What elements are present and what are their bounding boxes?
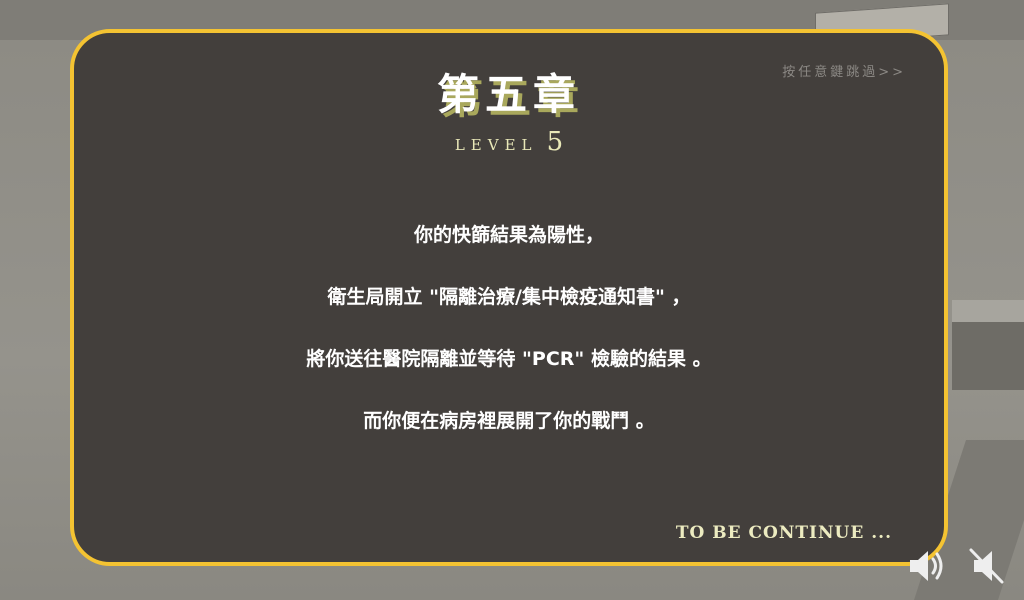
speaker-on-icon [910, 551, 943, 581]
sound-on-button[interactable] [906, 544, 950, 588]
story-line: 而你便在病房裡展開了你的戰鬥 。 [363, 410, 655, 432]
level-number: 5 [546, 127, 564, 157]
to-be-continue-text: TO BE CONTINUE ... [675, 523, 892, 543]
level-indicator: LEVEL 5 [74, 127, 944, 157]
story-line: 衛生局開立 "隔離治療/集中檢疫通知書" ， [327, 286, 691, 308]
chapter-intro-panel[interactable]: 按任意鍵跳過>> 第五章 LEVEL 5 你的快篩結果為陽性， 衛生局開立 "隔… [70, 29, 948, 566]
story-line: 將你送往醫院隔離並等待 "PCR" 檢驗的結果 。 [306, 348, 712, 370]
background-bed-sheet [952, 300, 1024, 322]
speaker-muted-icon [969, 548, 1004, 584]
story-text: 你的快篩結果為陽性， 衛生局開立 "隔離治療/集中檢疫通知書" ， 將你送往醫院… [74, 223, 944, 471]
level-label: LEVEL [454, 136, 538, 154]
sound-mute-button[interactable] [966, 544, 1010, 588]
story-line: 你的快篩結果為陽性， [413, 224, 604, 246]
chapter-title: 第五章 [436, 70, 581, 119]
